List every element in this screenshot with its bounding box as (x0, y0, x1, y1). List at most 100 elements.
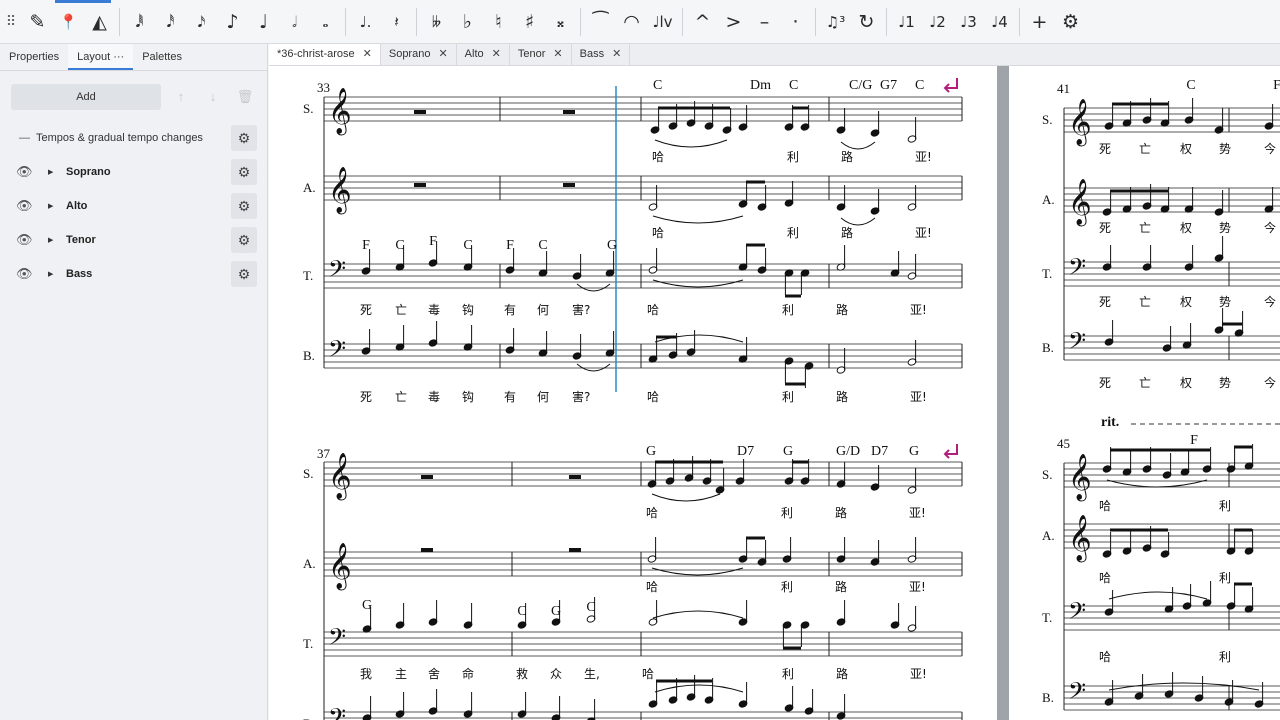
visibility-eye-icon[interactable]: 👁 (16, 198, 36, 214)
tab-layout[interactable]: Layout ··· (68, 44, 134, 70)
layout-row-bass[interactable]: 👁 ▶ Bass (0, 259, 268, 289)
expand-triangle-icon[interactable]: ▶ (48, 236, 66, 244)
chord-symbol: Dm (750, 78, 771, 93)
staccato-icon[interactable]: · (780, 0, 811, 44)
score-tab-alto[interactable]: Alto ✕ (457, 44, 510, 65)
voice-1-icon[interactable]: ♩1 (891, 0, 922, 44)
lyric-syllable: 亡 (1139, 376, 1151, 390)
note-quarter-icon[interactable]: ♩ (248, 0, 279, 44)
lyric-syllable: 哈 (647, 303, 659, 317)
score-notation[interactable]: S. 𝄞 A. 𝄞 T. 𝄢 B. 𝄢 33 S. 𝄞 A. 𝄞 T. 𝄢 B. 𝄢 37 C Dm C C/G G7 C F C… (269, 66, 1280, 720)
layout-row-tenor[interactable]: 👁 ▶ Tenor (0, 225, 268, 255)
lyric-syllable: 有 (504, 390, 516, 404)
lyric-syllable: 何 (537, 390, 549, 404)
slur (652, 279, 744, 288)
tenor-settings-gear-icon[interactable]: ⚙ (231, 227, 257, 253)
tie-icon[interactable]: ⁀ (585, 0, 616, 44)
score-canvas[interactable]: S. 𝄞 A. 𝄞 T. 𝄢 B. 𝄢 33 S. 𝄞 A. 𝄞 T. 𝄢 B. 𝄢 37 C Dm C C/G G7 C F C… (269, 66, 1280, 720)
chord-symbol: D7 (871, 444, 888, 459)
note-16th-icon[interactable]: 𝅘𝅥𝅯 (186, 0, 217, 44)
close-icon[interactable]: ✕ (553, 44, 562, 65)
layout-row-soprano[interactable]: 👁 ▶ Soprano (0, 157, 268, 187)
pen-icon[interactable]: ✎ (22, 0, 53, 44)
dot-icon[interactable]: ♩. (350, 0, 381, 44)
lyric-syllable: 路 (835, 579, 847, 594)
alto-settings-gear-icon[interactable]: ⚙ (231, 193, 257, 219)
layout-row-alto[interactable]: 👁 ▶ Alto (0, 191, 268, 221)
lyric-syllable: 权 (1180, 376, 1192, 390)
pin-icon[interactable]: 📍 (53, 0, 84, 44)
move-down-icon[interactable]: ↓ (201, 85, 225, 109)
measure-number: 37 (317, 446, 331, 461)
chord-symbol: G7 (880, 78, 897, 93)
tab-palettes[interactable]: Palettes (133, 44, 191, 70)
metronome-icon[interactable]: ◭ (84, 0, 115, 44)
lyric-syllable: 势 (1219, 221, 1231, 235)
settings-icon[interactable]: ⚙ (1055, 0, 1086, 44)
staff (324, 631, 962, 657)
lyric-syllable: 亚! (909, 580, 926, 594)
lyric-syllable: 利 (1219, 499, 1231, 513)
toolbar-grip-icon[interactable]: ⠿ (0, 13, 22, 30)
visibility-eye-icon[interactable]: 👁 (16, 164, 36, 180)
rest-icon[interactable]: 𝄽 (381, 0, 412, 44)
double-sharp-icon[interactable]: 𝄪 (545, 0, 576, 44)
staff (324, 343, 962, 369)
flat-icon[interactable]: ♭ (452, 0, 483, 44)
layout-panel: Properties Layout ··· Palettes Add ↑ ↓ 🗑… (0, 44, 268, 720)
lyric-syllable: 利 (787, 226, 799, 240)
close-icon[interactable]: ✕ (612, 44, 621, 65)
lyric-syllable: 利 (787, 150, 799, 164)
lyric-syllable: 哈 (646, 506, 658, 520)
flip-icon[interactable]: ↻ (851, 0, 882, 44)
expand-triangle-icon[interactable]: ▶ (48, 202, 66, 210)
note-64th-icon[interactable]: 𝅘𝅥𝅱 (124, 0, 155, 44)
expand-triangle-icon[interactable]: ▶ (48, 168, 66, 176)
slur (576, 283, 611, 292)
score-tab-bass[interactable]: Bass ✕ (572, 44, 631, 65)
lyric-syllable: 哈 (1099, 499, 1111, 513)
dash-icon: — (19, 132, 30, 144)
voice-2-icon[interactable]: ♩2 (922, 0, 953, 44)
voice-3-icon[interactable]: ♩3 (953, 0, 984, 44)
add-icon[interactable]: + (1024, 0, 1055, 44)
add-button[interactable]: Add (11, 84, 161, 110)
lyric-syllable: 势 (1219, 376, 1231, 390)
sharp-icon[interactable]: ♯ (514, 0, 545, 44)
tuplet-icon[interactable]: ♫³ (820, 0, 851, 44)
close-icon[interactable]: ✕ (492, 44, 501, 65)
staff-label: S. (303, 101, 313, 116)
marcato-icon[interactable]: ^ (687, 0, 718, 44)
close-icon[interactable]: ✕ (363, 44, 372, 65)
layout-row-tempo[interactable]: — Tempos & gradual tempo changes (0, 123, 268, 153)
slur (840, 217, 876, 226)
note-32nd-icon[interactable]: 𝅘𝅥𝅰 (155, 0, 186, 44)
note-8th-icon[interactable]: ♪ (217, 0, 248, 44)
move-up-icon[interactable]: ↑ (169, 85, 193, 109)
close-icon[interactable]: ✕ (438, 44, 447, 65)
visibility-eye-icon[interactable]: 👁 (16, 266, 36, 282)
delete-icon[interactable]: 🗑 (233, 85, 257, 109)
staff-label: B. (1042, 340, 1054, 355)
slur-icon[interactable]: ◠ (616, 0, 647, 44)
tab-properties[interactable]: Properties (0, 44, 68, 70)
score-tab-tenor[interactable]: Tenor ✕ (510, 44, 572, 65)
voice-4-icon[interactable]: ♩4 (984, 0, 1015, 44)
note-half-icon[interactable]: 𝅗𝅥 (279, 0, 310, 44)
natural-icon[interactable]: ♮ (483, 0, 514, 44)
lyric-syllable: 今 (1264, 294, 1276, 309)
double-flat-icon[interactable]: 𝄫 (421, 0, 452, 44)
soprano-settings-gear-icon[interactable]: ⚙ (231, 159, 257, 185)
note-whole-icon[interactable]: 𝅝 (310, 0, 341, 44)
score-tab-main[interactable]: *36-christ-arose ✕ (269, 44, 381, 65)
visibility-eye-icon[interactable]: 👁 (16, 232, 36, 248)
bass-settings-gear-icon[interactable]: ⚙ (231, 261, 257, 287)
chord-symbol: G (909, 444, 919, 459)
expand-triangle-icon[interactable]: ▶ (48, 270, 66, 278)
score-tab-soprano[interactable]: Soprano ✕ (381, 44, 457, 65)
lyric-syllable: 命 (462, 666, 474, 681)
tenuto-icon[interactable]: – (749, 0, 780, 44)
accent-icon[interactable]: > (718, 0, 749, 44)
tempo-settings-gear-icon[interactable]: ⚙ (231, 125, 257, 151)
let-ring-icon[interactable]: ♩lv (647, 0, 678, 44)
